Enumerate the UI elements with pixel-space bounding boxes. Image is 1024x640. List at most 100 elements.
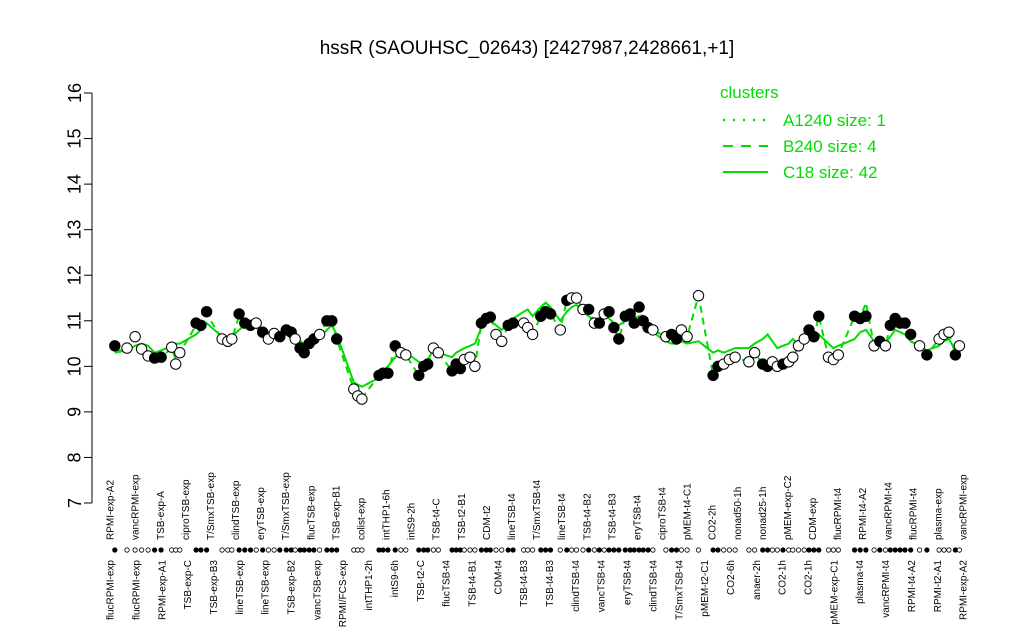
rug-marker — [668, 547, 675, 553]
rug-marker — [871, 547, 877, 553]
x-tick-label: nonad25-1h — [758, 487, 769, 540]
rug-marker — [663, 547, 669, 553]
rug-marker — [392, 547, 398, 553]
x-tick-label: TSB-t2-B1 — [457, 493, 468, 540]
chart-title: hssR (SAOUHSC_02643) [2427987,2428661,+1… — [320, 38, 735, 59]
sample-point — [921, 349, 933, 361]
sample-point — [808, 331, 820, 343]
sample-point — [832, 349, 844, 361]
legend-label: B240 size: 4 — [783, 137, 877, 156]
sample-point — [356, 393, 368, 405]
rug-marker — [198, 547, 204, 553]
x-tick-label: T/SmxTSB-exp — [206, 472, 217, 540]
rug-marker — [606, 547, 612, 553]
rug-marker — [924, 547, 930, 553]
sample-point — [748, 347, 761, 359]
sample-point — [121, 342, 133, 354]
rug-marker — [684, 547, 690, 553]
sample-point — [507, 317, 519, 329]
y-tick-label: 15 — [65, 129, 85, 149]
rug-marker — [283, 547, 289, 553]
rug-marker — [139, 547, 145, 553]
rug-marker — [956, 547, 963, 553]
sample-point — [608, 321, 620, 334]
x-tick-label: RPMI/FCS-exp — [338, 560, 349, 628]
x-tick-label: pMEM-exp-C2 — [783, 475, 794, 540]
x-tick-label: anaer-2h — [752, 560, 763, 600]
x-tick-label: TSB-t4-C — [432, 498, 443, 540]
rug-marker — [946, 547, 952, 553]
x-tick-label: eryTSB-t4 — [633, 495, 644, 540]
sample-point — [170, 358, 182, 370]
rug-marker — [467, 547, 473, 553]
x-tick-label: lineTSB-t4 — [507, 493, 518, 540]
x-tick-label: eryTSB-t4 — [623, 560, 634, 605]
legend-title: clusters — [720, 83, 779, 102]
x-tick-label: vancRPMI-exp — [959, 474, 970, 540]
rug-marker — [816, 547, 822, 553]
sample-point — [129, 331, 141, 343]
sample-point — [570, 292, 583, 304]
sample-point — [743, 356, 755, 368]
sample-point — [469, 360, 481, 372]
sample-point — [943, 326, 955, 338]
sample-point — [174, 347, 186, 359]
x-tick-label: TSB-t4-B3 — [519, 560, 530, 607]
legend-label: C18 size: 42 — [783, 163, 878, 182]
rug-marker — [586, 547, 592, 553]
rug-marker — [145, 547, 151, 553]
rug-marker — [877, 547, 883, 553]
rug-marker — [177, 547, 183, 553]
y-tick-label: 11 — [65, 311, 85, 330]
rug-marker — [292, 547, 298, 553]
x-tick-label: vancTSB-exp — [312, 560, 323, 620]
rug-marker — [751, 547, 758, 553]
rug-marker — [493, 547, 499, 553]
rug-marker — [430, 547, 436, 553]
rug-marker — [425, 547, 431, 553]
rug-marker — [334, 547, 340, 553]
rug-marker — [902, 547, 908, 553]
rug-marker — [678, 547, 685, 553]
rug-marker — [916, 547, 923, 553]
rug-marker — [403, 547, 409, 553]
rug-marker — [695, 547, 702, 553]
sample-point — [554, 324, 566, 336]
rug-marker — [380, 547, 386, 553]
rug-marker — [764, 547, 771, 553]
rug-marker — [640, 547, 646, 553]
sample-point — [681, 331, 693, 343]
x-tick-label: clindTSB-exp — [231, 480, 242, 540]
x-tick-label: flucRPMI-t4 — [908, 487, 919, 540]
rug-marker — [472, 547, 478, 553]
x-tick-label: T/SmxTSB-t4 — [532, 480, 543, 540]
rug-marker — [301, 547, 307, 553]
sample-point — [432, 347, 444, 359]
rug-marker — [193, 547, 199, 553]
x-tick-label: intS9-2h — [407, 503, 418, 540]
x-tick-label: plasma-exp — [934, 488, 945, 540]
x-tick-label: TSB-t4-B1 — [468, 560, 479, 607]
x-tick-label: CDM-exp — [808, 497, 819, 540]
rug-marker — [645, 547, 651, 553]
sample-point — [484, 311, 496, 323]
sample-point — [905, 328, 917, 341]
x-tick-label: flucRPMI-t4 — [833, 487, 844, 540]
rug-marker — [897, 547, 903, 553]
rug-marker — [806, 547, 812, 553]
sample-point — [603, 306, 615, 318]
rug-marker — [908, 547, 914, 553]
y-tick-label: 7 — [65, 498, 85, 508]
x-tick-label: TSB-exp-A — [156, 491, 167, 540]
sample-point — [422, 358, 434, 370]
rug-marker — [316, 547, 323, 553]
rug-marker — [887, 547, 893, 553]
rug-marker — [650, 547, 656, 553]
sample-point — [526, 328, 539, 341]
rug-marker — [596, 547, 602, 553]
sample-point — [813, 310, 825, 322]
y-tick-label: 9 — [65, 407, 85, 417]
rug-marker — [247, 547, 254, 553]
rug-marker — [936, 547, 942, 553]
x-tick-label: vancRPMI-t4 — [881, 560, 892, 618]
